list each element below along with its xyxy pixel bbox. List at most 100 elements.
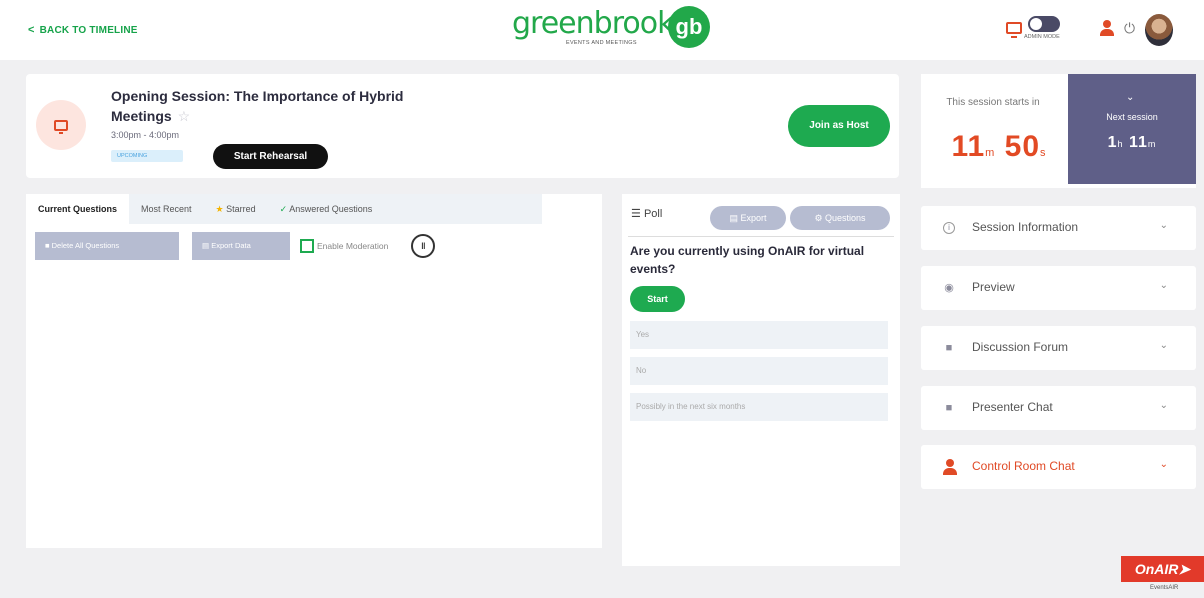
accordion-label: Discussion Forum [972, 340, 1069, 354]
monitor-icon[interactable] [1006, 22, 1022, 38]
next-session-panel[interactable]: ⌄ Next session 1h 11m [1068, 74, 1196, 184]
status-badge: UPCOMING [111, 150, 183, 162]
countdown-caption: This session starts in [946, 97, 1040, 108]
poll-label-text: Poll [643, 208, 663, 220]
top-right-controls: ADMIN MODE ⏻ [974, 0, 1204, 60]
next-session-time: 1h 11m [1068, 134, 1196, 152]
join-as-host-button[interactable]: Join as Host [788, 105, 890, 147]
pause-button[interactable]: ‖ [411, 234, 436, 258]
poll-export-button[interactable]: ▤ Export [710, 206, 786, 230]
session-title: Opening Session: The Importance of Hybri… [111, 86, 411, 126]
logo-tagline: EVENTS AND MEETINGS [566, 40, 637, 46]
session-title-text: Opening Session: The Importance of Hybri… [111, 88, 404, 124]
onair-label: OnAIR [1134, 561, 1179, 577]
back-link-label: BACK TO TIMELINE [39, 24, 138, 36]
accordion-label: Session Information [972, 220, 1079, 234]
questions-panel: Current Questions Most Recent ★ Starred … [26, 194, 602, 548]
info-icon: i [943, 222, 955, 234]
countdown-minutes: 11 [951, 130, 986, 163]
accordion-discussion-forum[interactable]: ■ Discussion Forum ⌄ [921, 326, 1196, 370]
poll-option: Yes [630, 321, 888, 349]
delete-all-questions-button[interactable]: ■ Delete All Questions [35, 232, 179, 260]
chevron-down-icon: ⌄ [1126, 92, 1135, 103]
chevron-left-icon: < [28, 24, 35, 36]
poll-option: Possibly in the next six months [630, 393, 888, 421]
session-header-card: Opening Session: The Importance of Hybri… [26, 74, 899, 178]
logo-wordmark: greenbrook [512, 6, 674, 41]
gear-icon: ⚙ [814, 213, 823, 223]
user-icon-body [1100, 29, 1114, 36]
poll-divider [628, 236, 894, 237]
presentation-screen-icon [54, 119, 68, 134]
tab-starred[interactable]: ★ Starred [204, 194, 268, 224]
accordion-control-room-chat[interactable]: Control Room Chat ⌄ [921, 445, 1196, 489]
favorite-star-icon[interactable]: ☆ [178, 108, 191, 124]
user-icon-body [943, 468, 957, 475]
document-icon: ▤ [202, 241, 210, 250]
export-data-label: Export Data [211, 241, 251, 250]
poll-export-label: Export [740, 213, 767, 223]
download-icon: ▤ [729, 213, 738, 223]
moderation-checkbox[interactable] [300, 239, 314, 253]
next-session-label: Next session [1106, 112, 1158, 122]
session-countdown: This session starts in 11m 50s ⌄ Next se… [921, 74, 1196, 188]
accordion-label: Presenter Chat [972, 400, 1053, 414]
greenbrook-logo: greenbrook EVENTS AND MEETINGS gb [512, 6, 712, 52]
poll-panel: ☰ Poll ▤ Export ⚙ Questions Are you curr… [622, 194, 900, 566]
user-icon-head [1103, 20, 1111, 28]
questions-tabs: Current Questions Most Recent ★ Starred … [26, 194, 542, 224]
chat-bubbles-icon: ■ [945, 402, 953, 414]
star-icon: ★ [215, 204, 224, 214]
countdown-seconds: 50 [1004, 130, 1041, 163]
eventsair-label: EventsAIR [1150, 585, 1179, 591]
admin-mode-toggle[interactable] [1028, 16, 1060, 32]
user-icon [943, 459, 957, 475]
chevron-down-icon: ⌄ [1159, 400, 1168, 411]
start-rehearsal-button[interactable]: Start Rehearsal [213, 144, 328, 169]
countdown-seconds-unit: s [1040, 147, 1047, 159]
poll-start-button[interactable]: Start [630, 286, 685, 312]
chevron-down-icon: ⌄ [1159, 280, 1168, 291]
onair-logo: OnAIR➤ [1121, 556, 1204, 582]
session-time: 3:00pm - 4:00pm [111, 130, 180, 140]
delete-all-label: Delete All Questions [51, 241, 120, 250]
accordion-presenter-chat[interactable]: ■ Presenter Chat ⌄ [921, 386, 1196, 430]
countdown-time: 11m 50s [939, 130, 1059, 164]
accordion-session-information[interactable]: i Session Information ⌄ [921, 206, 1196, 250]
trash-icon: ■ [45, 241, 50, 250]
check-icon: ✓ [279, 204, 288, 214]
next-minutes-unit: m [1147, 139, 1157, 149]
poll-questions-label: Questions [825, 213, 866, 223]
chat-bubbles-icon: ■ [945, 342, 953, 354]
tab-starred-label: Starred [226, 204, 256, 214]
countdown-current: This session starts in 11m 50s [921, 74, 1068, 188]
logout-icon[interactable]: ⏻ [1124, 20, 1138, 36]
poll-label: ☰ Poll [631, 207, 662, 220]
logo-badge: gb [668, 6, 710, 48]
next-minutes: 11 [1128, 134, 1148, 151]
accordion-label: Preview [972, 280, 1015, 294]
admin-mode-label: ADMIN MODE [1024, 34, 1060, 40]
tab-answered-label: Answered Questions [289, 204, 373, 214]
session-presentation-icon [36, 100, 86, 150]
export-data-button[interactable]: ▤ Export Data [192, 232, 290, 260]
next-hours-unit: h [1117, 139, 1124, 149]
questions-actions: ■ Delete All Questions ▤ Export Data Ena… [35, 232, 436, 260]
top-bar: < BACK TO TIMELINE greenbrook EVENTS AND… [0, 0, 1204, 60]
tab-answered-questions[interactable]: ✓ Answered Questions [268, 194, 385, 224]
next-hours: 1 [1107, 134, 1118, 151]
enable-moderation-control[interactable]: Enable Moderation [300, 239, 388, 253]
toggle-knob [1030, 18, 1042, 30]
back-to-timeline-link[interactable]: < BACK TO TIMELINE [28, 24, 138, 36]
tab-most-recent[interactable]: Most Recent [129, 194, 204, 224]
poll-questions-button[interactable]: ⚙ Questions [790, 206, 890, 230]
paper-plane-icon: ➤ [1178, 561, 1191, 577]
chevron-down-icon: ⌄ [1159, 340, 1168, 351]
chevron-down-icon: ⌄ [1159, 459, 1168, 470]
accordion-preview[interactable]: ◉ Preview ⌄ [921, 266, 1196, 310]
user-icon[interactable] [1099, 20, 1115, 36]
chevron-down-icon: ⌄ [1159, 220, 1168, 231]
tab-current-questions[interactable]: Current Questions [26, 194, 130, 224]
avatar[interactable] [1145, 14, 1173, 46]
accordion-label: Control Room Chat [972, 459, 1075, 473]
